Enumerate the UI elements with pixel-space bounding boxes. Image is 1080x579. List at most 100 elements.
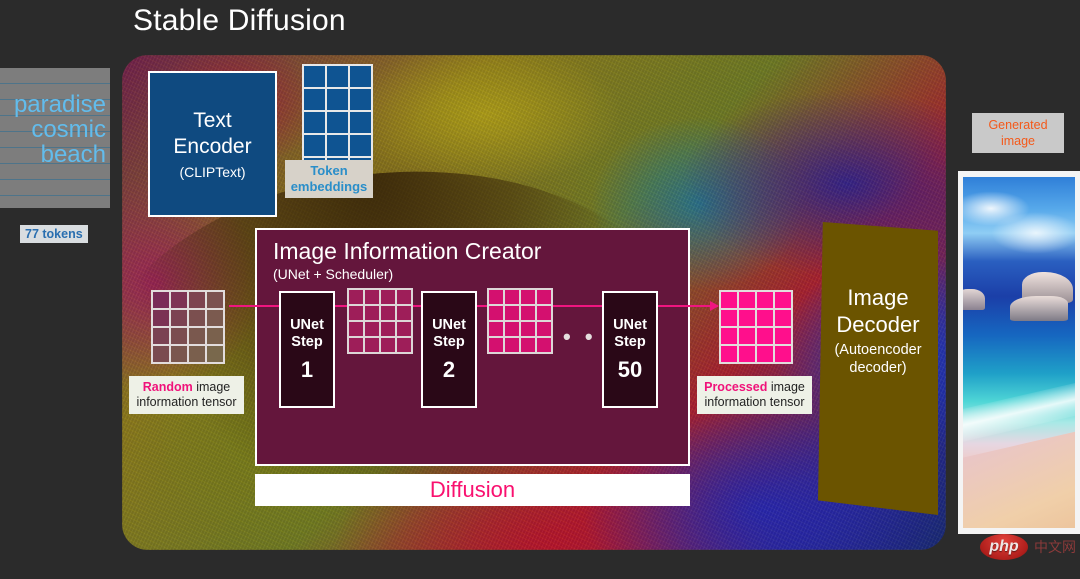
grid-cell bbox=[349, 306, 363, 320]
grid-cell bbox=[381, 290, 395, 304]
grid-cell bbox=[521, 290, 535, 304]
grid-cell bbox=[327, 89, 348, 110]
generated-image-label: Generated image bbox=[972, 113, 1064, 153]
grid-cell bbox=[489, 338, 503, 352]
generated-image-frame[interactable] bbox=[958, 171, 1080, 534]
grid-cell bbox=[381, 306, 395, 320]
iic-subtitle: (UNet + Scheduler) bbox=[273, 266, 394, 282]
processed-tensor-label-strong: Processed bbox=[704, 380, 768, 394]
grid-cell bbox=[505, 290, 519, 304]
grid-cell bbox=[537, 290, 551, 304]
watermark: php 中文网 bbox=[980, 534, 1076, 560]
grid-cell bbox=[153, 310, 169, 326]
grid-cell bbox=[521, 338, 535, 352]
grid-cell bbox=[349, 322, 363, 336]
grid-cell bbox=[207, 292, 223, 308]
grid-cell bbox=[775, 310, 791, 326]
image-information-creator-block[interactable]: Image Information Creator (UNet + Schedu… bbox=[237, 228, 717, 466]
random-tensor-label-strong: Random bbox=[142, 380, 193, 394]
grid-cell bbox=[171, 310, 187, 326]
unet-step-2-label: UNet Step bbox=[432, 316, 466, 350]
generated-image-thumbnail bbox=[963, 177, 1075, 528]
grid-cell bbox=[365, 290, 379, 304]
grid-cell bbox=[304, 66, 325, 87]
grid-cell bbox=[537, 338, 551, 352]
image-decoder-block[interactable]: Image Decoder (Autoencoder decoder) bbox=[818, 222, 938, 515]
grid-cell bbox=[350, 112, 371, 133]
unet-step-1[interactable]: UNet Step 1 bbox=[279, 291, 335, 408]
grid-cell bbox=[505, 322, 519, 336]
grid-cell bbox=[207, 328, 223, 344]
grid-cell bbox=[153, 328, 169, 344]
prompt-input-box[interactable]: paradise cosmic beach bbox=[0, 68, 110, 208]
token-embeddings-label: Token embeddings bbox=[285, 160, 373, 198]
grid-cell bbox=[521, 322, 535, 336]
grid-cell bbox=[327, 135, 348, 156]
grid-cell bbox=[397, 290, 411, 304]
grid-cell bbox=[397, 338, 411, 352]
grid-cell bbox=[365, 338, 379, 352]
grid-cell bbox=[171, 328, 187, 344]
grid-cell bbox=[775, 292, 791, 308]
output-arrow bbox=[688, 301, 719, 311]
sand-area bbox=[963, 425, 1075, 528]
grid-cell bbox=[757, 328, 773, 344]
grid-cell bbox=[537, 306, 551, 320]
grid-cell bbox=[489, 322, 503, 336]
unet-step-50[interactable]: UNet Step 50 bbox=[602, 291, 658, 408]
grid-cell bbox=[397, 322, 411, 336]
token-count-badge: 77 tokens bbox=[20, 225, 88, 243]
grid-cell bbox=[721, 346, 737, 362]
image-decoder-title: Image Decoder bbox=[836, 285, 920, 337]
grid-cell bbox=[327, 112, 348, 133]
processed-tensor-grid bbox=[719, 290, 793, 364]
grid-cell bbox=[721, 328, 737, 344]
unet-step-50-label: UNet Step bbox=[613, 316, 647, 350]
grid-cell bbox=[721, 292, 737, 308]
grid-cell bbox=[489, 290, 503, 304]
rock-shape bbox=[1010, 296, 1069, 321]
random-tensor-grid bbox=[151, 290, 225, 364]
grid-cell bbox=[397, 306, 411, 320]
grid-cell bbox=[189, 328, 205, 344]
page-title: Stable Diffusion bbox=[133, 4, 346, 37]
grid-cell bbox=[381, 338, 395, 352]
grid-cell bbox=[721, 310, 737, 326]
intermediate-tensor-grid-2 bbox=[487, 288, 553, 354]
grid-cell bbox=[505, 338, 519, 352]
cloud-shape bbox=[991, 212, 1075, 255]
text-encoder-title: Text Encoder bbox=[173, 109, 252, 158]
grid-cell bbox=[739, 328, 755, 344]
grid-cell bbox=[381, 322, 395, 336]
grid-cell bbox=[207, 346, 223, 362]
text-encoder-block[interactable]: Text Encoder (CLIPText) bbox=[148, 71, 277, 217]
grid-cell bbox=[189, 346, 205, 362]
grid-cell bbox=[775, 328, 791, 344]
intermediate-tensor-grid-1 bbox=[347, 288, 413, 354]
grid-cell bbox=[489, 306, 503, 320]
grid-cell bbox=[207, 310, 223, 326]
grid-cell bbox=[171, 346, 187, 362]
watermark-suffix: 中文网 bbox=[1034, 539, 1076, 555]
unet-step-50-number: 50 bbox=[617, 356, 643, 382]
prompt-text: paradise cosmic beach bbox=[13, 91, 106, 168]
grid-cell bbox=[304, 89, 325, 110]
text-encoder-subtitle: (CLIPText) bbox=[179, 164, 246, 180]
iic-title: Image Information Creator bbox=[273, 238, 542, 264]
grid-cell bbox=[349, 290, 363, 304]
grid-cell bbox=[349, 338, 363, 352]
unet-step-1-label: UNet Step bbox=[290, 316, 324, 350]
random-tensor-label: Random image information tensor bbox=[129, 376, 244, 414]
unet-step-1-number: 1 bbox=[300, 356, 314, 382]
grid-cell bbox=[521, 306, 535, 320]
grid-cell bbox=[350, 66, 371, 87]
grid-cell bbox=[775, 346, 791, 362]
grid-cell bbox=[153, 292, 169, 308]
grid-cell bbox=[350, 135, 371, 156]
grid-cell bbox=[739, 310, 755, 326]
grid-cell bbox=[189, 292, 205, 308]
grid-cell bbox=[739, 346, 755, 362]
diagram-root: Stable Diffusion paradise cosmic beach 7… bbox=[0, 0, 1080, 579]
php-logo-icon: php bbox=[980, 534, 1028, 560]
unet-step-2[interactable]: UNet Step 2 bbox=[421, 291, 477, 408]
